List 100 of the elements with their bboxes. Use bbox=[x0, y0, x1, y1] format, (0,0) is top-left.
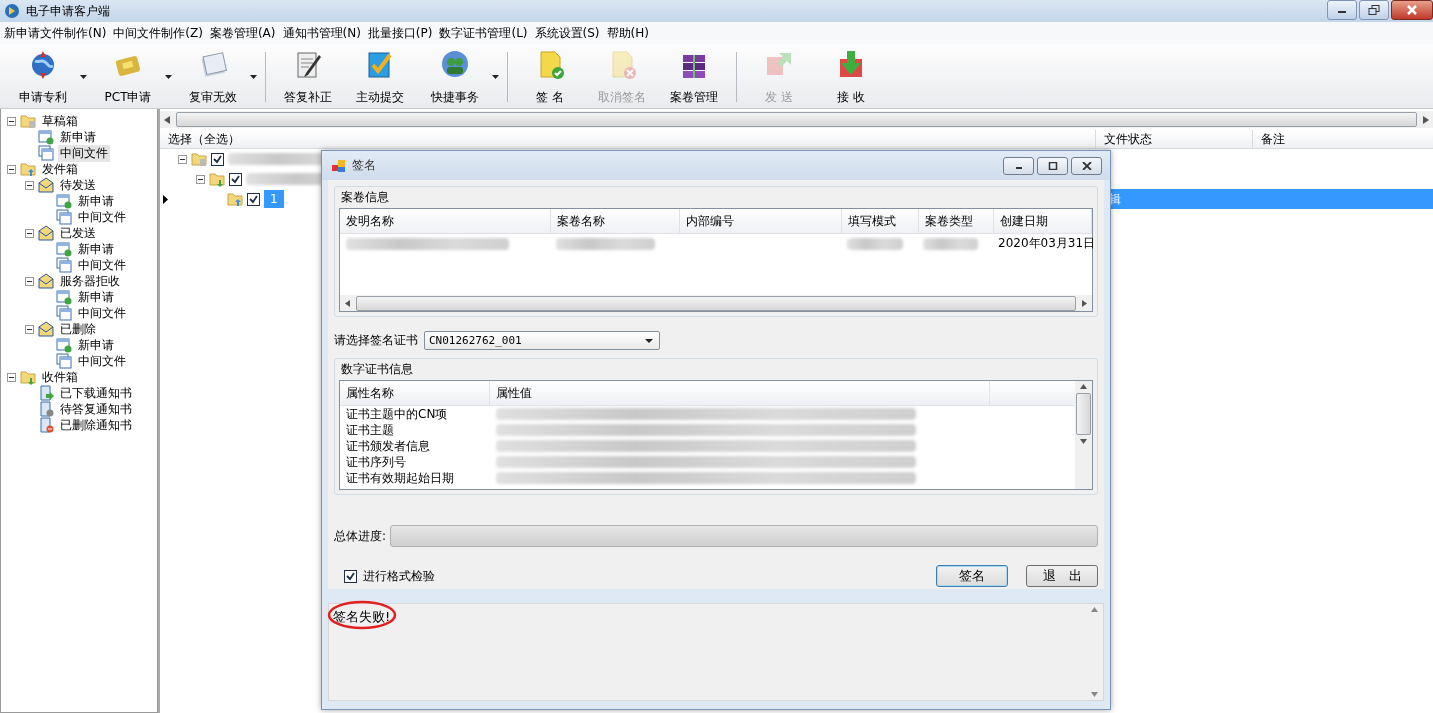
maximize-button[interactable] bbox=[1037, 156, 1068, 175]
toolbar-button[interactable]: 快捷事务 bbox=[416, 46, 501, 108]
tree-item[interactable]: 草稿箱 bbox=[40, 112, 80, 130]
table-cell-text: 证书主题 bbox=[346, 421, 395, 439]
menu-item[interactable]: 系统设置(S) bbox=[530, 24, 603, 42]
checkbox[interactable] bbox=[344, 569, 357, 583]
menu-item[interactable]: 批量接口(P) bbox=[363, 24, 436, 42]
tree-item[interactable]: 已删除通知书 bbox=[58, 416, 134, 434]
folder-icon bbox=[227, 191, 243, 207]
folder-icon bbox=[20, 369, 36, 385]
scroll-up-icon bbox=[1080, 384, 1087, 389]
minimize-button[interactable] bbox=[1327, 0, 1357, 20]
close-button[interactable] bbox=[1391, 0, 1433, 20]
menu-item[interactable]: 帮助(H) bbox=[602, 24, 652, 42]
close-button[interactable] bbox=[1071, 156, 1102, 175]
toolbar-button[interactable]: 接 收 bbox=[815, 46, 887, 108]
check-icon bbox=[346, 571, 355, 581]
document-icon bbox=[56, 209, 72, 225]
toolbar-button[interactable]: 申请专利 bbox=[4, 46, 89, 108]
caret-icon bbox=[165, 75, 172, 79]
column-header[interactable]: 属性名称 bbox=[340, 381, 490, 405]
checkbox[interactable] bbox=[247, 192, 260, 206]
tree-item[interactable]: 中间文件 bbox=[76, 304, 128, 322]
certificate-dropdown[interactable]: CN01262762_001 bbox=[424, 331, 660, 350]
toolbar-button[interactable]: 签 名 bbox=[507, 52, 586, 102]
scroll-left-icon bbox=[345, 299, 350, 307]
folder-icon bbox=[191, 151, 207, 167]
toolbar-button[interactable]: 复审无效 bbox=[174, 46, 259, 108]
document-icon bbox=[56, 337, 72, 353]
vertical-scrollbar[interactable] bbox=[1075, 381, 1092, 489]
caret-icon bbox=[492, 75, 499, 79]
menu-item[interactable]: 案卷管理(A) bbox=[205, 24, 279, 42]
tree-item[interactable]: 新申请 bbox=[76, 192, 116, 210]
scroll-thumb[interactable] bbox=[1076, 393, 1091, 435]
column-header[interactable]: 属性值 bbox=[490, 381, 990, 405]
column-header[interactable]: 案卷名称 bbox=[550, 209, 681, 233]
tree-item[interactable]: 已删除 bbox=[58, 320, 98, 338]
toolbar-button[interactable]: 主动提交 bbox=[344, 46, 416, 108]
checkbox-label: 进行格式检验 bbox=[363, 567, 435, 585]
tree-item[interactable]: 已下载通知书 bbox=[58, 384, 134, 402]
menu-item[interactable]: 数字证书管理(L) bbox=[435, 24, 531, 42]
document-icon bbox=[38, 145, 54, 161]
document-icon bbox=[56, 289, 72, 305]
restore-icon bbox=[1368, 5, 1380, 15]
column-header[interactable]: 备注 bbox=[1252, 130, 1433, 148]
tree-item[interactable]: 新申请 bbox=[76, 336, 116, 354]
column-header[interactable]: 创建日期 bbox=[993, 209, 1092, 233]
document-icon bbox=[56, 353, 72, 369]
tree-item[interactable]: 发件箱 bbox=[40, 160, 80, 178]
scroll-right-icon bbox=[1082, 299, 1087, 307]
folder-icon bbox=[209, 171, 225, 187]
tree-item[interactable]: 收件箱 bbox=[40, 368, 80, 386]
restore-button[interactable] bbox=[1359, 0, 1389, 20]
tree-item[interactable]: 新申请 bbox=[58, 128, 98, 146]
column-header[interactable]: 填写模式 bbox=[841, 209, 919, 233]
column-header[interactable]: 案卷类型 bbox=[918, 209, 994, 233]
checkbox[interactable] bbox=[229, 172, 242, 186]
column-header[interactable]: 选择（全选） bbox=[160, 130, 1095, 148]
menu-item[interactable]: 通知书管理(N) bbox=[278, 24, 364, 42]
document-icon bbox=[56, 241, 72, 257]
toolbar-button[interactable]: PCT申请 bbox=[89, 46, 174, 108]
dialog-button[interactable]: 签名 bbox=[936, 565, 1008, 587]
document-icon bbox=[38, 417, 54, 433]
table-cell-text: 证书主题中的CN项 bbox=[346, 405, 449, 423]
close-icon bbox=[1406, 5, 1418, 15]
tree-item[interactable]: 中间文件 bbox=[76, 256, 128, 274]
toolbar-button[interactable]: 答复补正 bbox=[265, 52, 344, 102]
table-cell: 2020年03月31日 bbox=[998, 235, 1096, 250]
tree-item[interactable]: 新申请 bbox=[76, 240, 116, 258]
tree-item[interactable]: 待答复通知书 bbox=[58, 400, 134, 418]
menu-item[interactable]: 新申请文件制作(N) bbox=[0, 24, 110, 42]
dialog-button[interactable]: 退 出 bbox=[1026, 565, 1098, 587]
table-cell-text: 证书颁发者信息 bbox=[346, 437, 431, 455]
tree-item[interactable]: 中间文件 bbox=[58, 144, 110, 162]
column-header[interactable]: 文件状态 bbox=[1095, 130, 1252, 148]
caret-icon bbox=[645, 338, 653, 343]
document-icon bbox=[38, 385, 54, 401]
document-icon bbox=[38, 129, 54, 145]
column-header[interactable]: 内部编号 bbox=[680, 209, 842, 233]
tree-item[interactable]: 服务器拒收 bbox=[58, 272, 122, 290]
caret-icon bbox=[250, 75, 257, 79]
tree-item[interactable]: 中间文件 bbox=[76, 208, 128, 226]
window-title: 签名 bbox=[352, 157, 377, 174]
current-row-icon bbox=[162, 194, 168, 204]
envelope-icon bbox=[38, 273, 54, 289]
toolbar-button[interactable]: 案卷管理 bbox=[658, 46, 730, 108]
table-cell-text: 证书序列号 bbox=[346, 453, 407, 471]
tree-item[interactable]: 新申请 bbox=[76, 288, 116, 306]
checkbox[interactable] bbox=[211, 152, 224, 166]
tree-item[interactable]: 待发送 bbox=[58, 176, 98, 194]
group-title: 案卷信息 bbox=[341, 189, 390, 206]
close-icon bbox=[1081, 161, 1092, 170]
document-icon bbox=[38, 401, 54, 417]
tree-item[interactable]: 已发送 bbox=[58, 224, 98, 242]
menu-item[interactable]: 中间文件制作(Z) bbox=[109, 24, 206, 42]
scroll-down-icon bbox=[1091, 692, 1098, 697]
envelope-icon bbox=[38, 177, 54, 193]
column-header[interactable]: 发明名称 bbox=[340, 209, 551, 233]
scroll-right-icon bbox=[1423, 115, 1429, 124]
tree-item[interactable]: 中间文件 bbox=[76, 352, 128, 370]
